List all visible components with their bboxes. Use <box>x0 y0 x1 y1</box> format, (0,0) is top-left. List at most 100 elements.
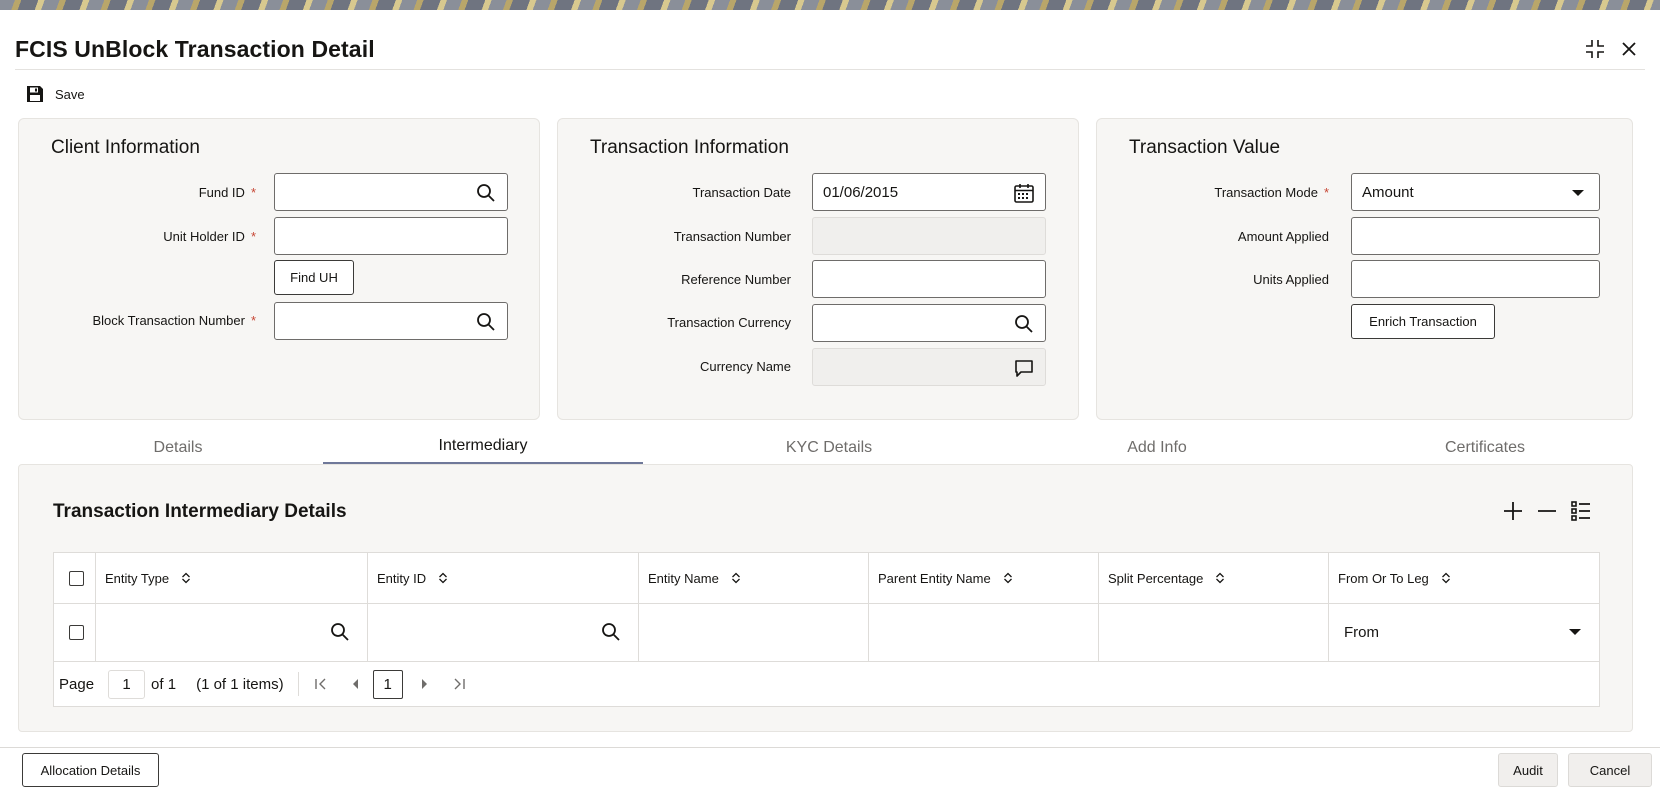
currency-name-field <box>812 348 1046 386</box>
pagination: Page 1 of 1 (1 of 1 items) 1 <box>54 662 1599 706</box>
transaction-value-title: Transaction Value <box>1129 137 1281 158</box>
unit-holder-id-label: Unit Holder ID * <box>163 229 256 244</box>
block-transaction-number-label: Block Transaction Number * <box>92 313 256 328</box>
transaction-number-label: Transaction Number <box>673 229 791 244</box>
chevron-down-icon[interactable] <box>1569 629 1581 635</box>
intermediary-table: Entity Type Entity ID Entity Name Parent… <box>53 552 1600 707</box>
amount-applied-input[interactable] <box>1351 217 1600 255</box>
sort-icon[interactable] <box>1215 572 1225 584</box>
comment-icon[interactable] <box>1013 357 1035 379</box>
split-percentage-cell[interactable] <box>1099 604 1329 661</box>
tab-details[interactable]: Details <box>18 430 338 465</box>
header-banner-strip <box>0 0 1660 10</box>
current-page-button[interactable]: 1 <box>372 669 403 699</box>
transaction-mode-label: Transaction Mode * <box>1214 185 1329 200</box>
select-all-checkbox[interactable] <box>69 570 84 586</box>
column-header-entity-type[interactable]: Entity Type <box>96 553 368 603</box>
allocation-details-button[interactable]: Allocation Details <box>22 753 159 787</box>
title-divider <box>15 69 1645 70</box>
list-view-icon[interactable] <box>1567 497 1595 525</box>
minimize-icon[interactable] <box>1582 36 1608 62</box>
next-page-icon[interactable] <box>415 674 435 694</box>
unit-holder-id-input[interactable] <box>274 217 508 255</box>
sort-icon[interactable] <box>1441 572 1451 584</box>
intermediary-title: Transaction Intermediary Details <box>53 501 347 522</box>
leg-select-value: From <box>1344 624 1379 641</box>
column-header-parent-entity-name[interactable]: Parent Entity Name <box>869 553 1099 603</box>
close-icon[interactable] <box>1616 36 1642 62</box>
window-title: FCIS UnBlock Transaction Detail <box>15 36 375 62</box>
remove-row-icon[interactable] <box>1533 497 1561 525</box>
client-information-panel: Client Information Fund ID * Unit Holder … <box>18 118 540 420</box>
first-page-icon[interactable] <box>311 674 331 694</box>
transaction-date-label: Transaction Date <box>692 185 791 200</box>
transaction-value-panel: Transaction Value Transaction Mode * Amou… <box>1096 118 1633 420</box>
transaction-information-title: Transaction Information <box>590 137 789 158</box>
add-row-icon[interactable] <box>1499 497 1527 525</box>
column-header-split-percentage[interactable]: Split Percentage <box>1099 553 1329 603</box>
calendar-icon[interactable] <box>1013 182 1035 204</box>
currency-name-label: Currency Name <box>699 359 791 374</box>
row-select-cell <box>54 604 96 661</box>
save-label: Save <box>55 86 85 102</box>
tab-certificates[interactable]: Certificates <box>1325 430 1645 465</box>
save-button[interactable]: Save <box>25 83 85 105</box>
search-icon[interactable] <box>475 182 497 204</box>
intermediary-panel: Transaction Intermediary Details Entity … <box>18 464 1633 732</box>
transaction-currency-label: Transaction Currency <box>667 315 791 330</box>
table-row: From <box>54 604 1599 662</box>
cancel-button[interactable]: Cancel <box>1568 753 1652 787</box>
page-count-label: of 1 <box>151 675 177 693</box>
fund-id-label: Fund ID * <box>198 185 256 200</box>
row-checkbox[interactable] <box>69 625 84 640</box>
transaction-currency-input[interactable] <box>812 304 1046 342</box>
last-page-icon[interactable] <box>449 674 469 694</box>
page-label: Page <box>59 675 95 693</box>
sort-icon[interactable] <box>438 572 448 584</box>
entity-type-cell[interactable] <box>96 604 368 661</box>
table-header: Entity Type Entity ID Entity Name Parent… <box>54 553 1599 604</box>
search-icon[interactable] <box>600 621 622 643</box>
select-all-cell <box>54 553 96 603</box>
title-bar: FCIS UnBlock Transaction Detail <box>0 10 1660 70</box>
footer-divider <box>0 747 1660 748</box>
previous-page-icon[interactable] <box>345 674 365 694</box>
tab-kyc-details[interactable]: KYC Details <box>669 430 989 465</box>
fund-id-input[interactable] <box>274 173 508 211</box>
parent-entity-name-cell <box>869 604 1099 661</box>
page-number-input[interactable]: 1 <box>108 669 146 699</box>
column-header-entity-name[interactable]: Entity Name <box>639 553 869 603</box>
sort-icon[interactable] <box>1003 572 1013 584</box>
amount-applied-label: Amount Applied <box>1237 229 1329 244</box>
entity-name-cell <box>639 604 869 661</box>
column-header-from-or-to-leg[interactable]: From Or To Leg <box>1329 553 1599 603</box>
pager-divider <box>297 672 299 696</box>
leg-select-cell[interactable]: From <box>1329 604 1599 661</box>
audit-button[interactable]: Audit <box>1498 753 1558 787</box>
search-icon[interactable] <box>329 621 351 643</box>
search-icon[interactable] <box>475 311 497 333</box>
client-information-title: Client Information <box>51 137 200 158</box>
units-applied-input[interactable] <box>1351 260 1600 298</box>
transaction-number-field <box>812 217 1046 255</box>
detail-tabs: Details Intermediary KYC Details Add Inf… <box>18 430 1633 465</box>
save-icon <box>27 86 43 102</box>
transaction-mode-select[interactable]: Amount <box>1351 173 1600 211</box>
tab-intermediary[interactable]: Intermediary <box>323 430 643 465</box>
column-header-entity-id[interactable]: Entity ID <box>368 553 639 603</box>
sort-icon[interactable] <box>181 572 191 584</box>
search-icon[interactable] <box>1013 313 1035 335</box>
enrich-transaction-button[interactable]: Enrich Transaction <box>1351 304 1495 339</box>
reference-number-label: Reference Number <box>681 272 791 287</box>
units-applied-label: Units Applied <box>1253 272 1329 287</box>
transaction-information-panel: Transaction Information Transaction Date… <box>557 118 1079 420</box>
chevron-down-icon[interactable] <box>1567 182 1589 204</box>
transaction-date-input[interactable]: 01/06/2015 <box>812 173 1046 211</box>
block-transaction-number-input[interactable] <box>274 302 508 340</box>
find-uh-button[interactable]: Find UH <box>274 260 354 295</box>
entity-id-cell[interactable] <box>368 604 639 661</box>
tab-add-info[interactable]: Add Info <box>997 430 1317 465</box>
reference-number-input[interactable] <box>812 260 1046 298</box>
items-count-label: (1 of 1 items) <box>196 675 284 693</box>
sort-icon[interactable] <box>731 572 741 584</box>
